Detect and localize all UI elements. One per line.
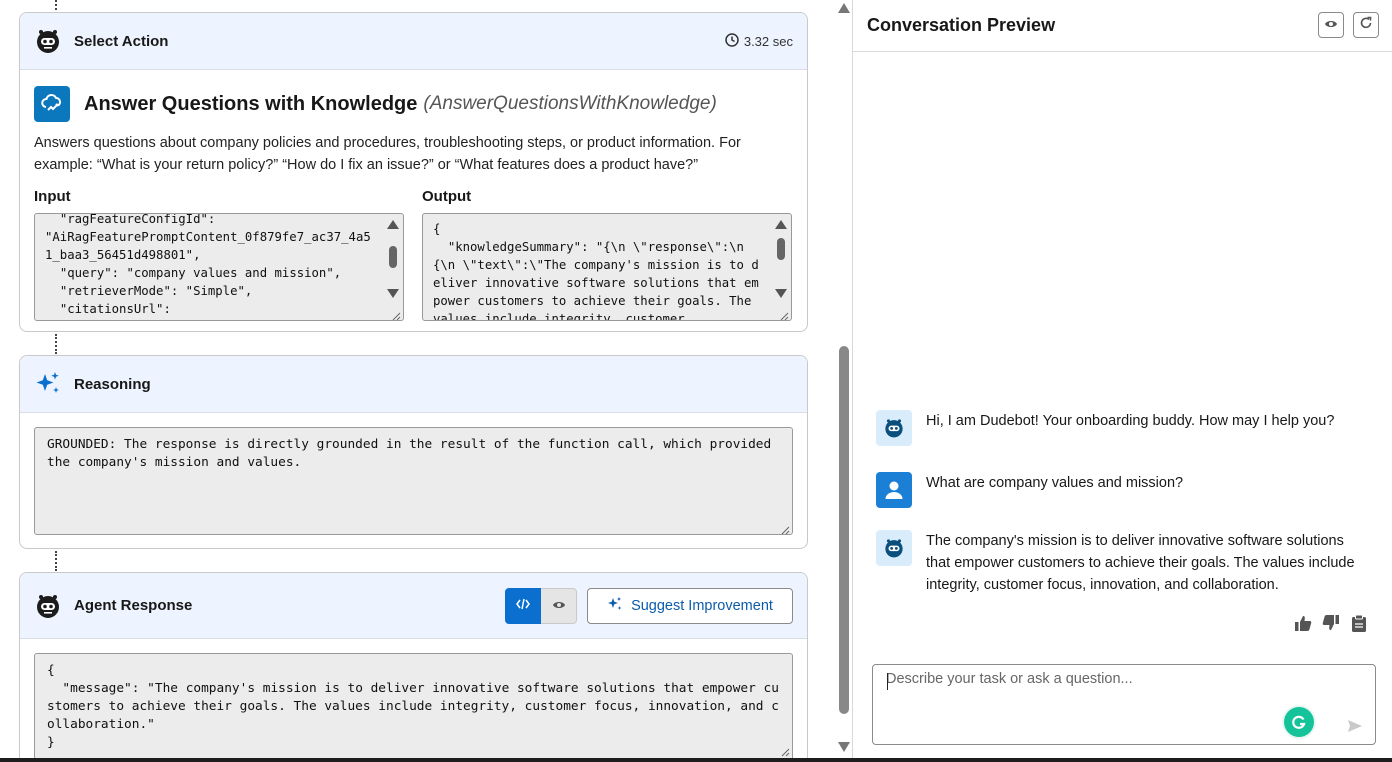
thumbs-down-icon[interactable] xyxy=(1322,614,1340,632)
output-label: Output xyxy=(422,188,472,205)
reasoning-box[interactable]: GROUNDED: The response is directly groun… xyxy=(34,427,793,535)
main-scrollbar[interactable] xyxy=(836,0,852,762)
bot-avatar-icon xyxy=(876,530,912,566)
scroll-up-arrow-icon[interactable] xyxy=(838,3,850,13)
card-header: Reasoning xyxy=(20,356,807,413)
bot-avatar-icon xyxy=(876,410,912,446)
chat-message-user: What are company values and mission? xyxy=(876,472,1366,508)
output-code: { "knowledgeSummary": "{\n \"response\":… xyxy=(433,222,759,321)
reasoning-text: GROUNDED: The response is directly groun… xyxy=(47,437,779,470)
sparkle-icon xyxy=(607,596,623,616)
card-title: Agent Response xyxy=(74,597,193,614)
io-row: Input "ragFeatureConfigId": "AiRagFeatur… xyxy=(20,176,807,321)
code-icon xyxy=(516,597,530,615)
resize-handle-icon[interactable] xyxy=(779,308,789,320)
knowledge-icon xyxy=(34,86,70,122)
action-title-row: Answer Questions with Knowledge (AnswerQ… xyxy=(20,70,807,122)
eye-icon xyxy=(552,597,566,615)
resize-handle-icon[interactable] xyxy=(780,744,790,757)
input-label: Input xyxy=(34,188,71,205)
input-code-box[interactable]: "ragFeatureConfigId": "AiRagFeaturePromp… xyxy=(34,213,404,321)
view-toggle xyxy=(505,588,577,624)
output-code-box[interactable]: { "knowledgeSummary": "{\n \"response\":… xyxy=(422,213,792,321)
resize-handle-icon[interactable] xyxy=(780,522,790,535)
scroll-down-arrow-icon[interactable] xyxy=(838,742,850,752)
reasoning-card: Reasoning GROUNDED: The response is dire… xyxy=(19,355,808,549)
suggest-improvement-button[interactable]: Suggest Improvement xyxy=(587,588,793,624)
trace-pane[interactable]: Select Action 3.32 sec Answer Questions … xyxy=(0,0,836,762)
taskbar-edge xyxy=(0,758,1392,762)
agent-response-text: { "message": "The company's mission is t… xyxy=(47,663,779,750)
action-description: Answers questions about company policies… xyxy=(34,135,741,173)
suggest-improvement-label: Suggest Improvement xyxy=(631,598,773,614)
action-name: Answer Questions with Knowledge xyxy=(84,92,418,115)
card-header: Agent Response Suggest Improvement xyxy=(20,573,807,639)
view-button[interactable] xyxy=(1318,12,1344,38)
sparkle-icon xyxy=(34,370,62,398)
input-section: Input "ragFeatureConfigId": "AiRagFeatur… xyxy=(34,188,404,321)
resize-handle-icon[interactable] xyxy=(391,308,401,320)
agent-response-card: Agent Response Suggest Improvement { "me… xyxy=(19,572,808,762)
input-code: "ragFeatureConfigId": "AiRagFeaturePromp… xyxy=(45,213,371,316)
refresh-button[interactable] xyxy=(1353,12,1379,38)
step-connector xyxy=(55,0,57,10)
preview-title: Conversation Preview xyxy=(867,15,1056,35)
chat-message-bot: Hi, I am Dudebot! Your onboarding buddy.… xyxy=(876,410,1366,446)
message-text: Hi, I am Dudebot! Your onboarding buddy.… xyxy=(926,413,1335,429)
preview-header: Conversation Preview xyxy=(853,0,1392,52)
thumbs-up-icon[interactable] xyxy=(1294,614,1312,632)
bot-icon xyxy=(34,592,62,620)
card-title: Reasoning xyxy=(74,375,151,393)
send-icon[interactable] xyxy=(1347,718,1363,734)
message-text: The company's mission is to deliver inno… xyxy=(926,533,1355,593)
output-section: Output { "knowledgeSummary": "{\n \"resp… xyxy=(422,188,792,321)
action-api-name: (AnswerQuestionsWithKnowledge) xyxy=(423,93,717,114)
input-scrollbar[interactable] xyxy=(386,216,400,306)
clipboard-icon[interactable] xyxy=(1350,614,1368,632)
card-header: Select Action 3.32 sec xyxy=(20,13,807,70)
conversation-preview-pane: Conversation Preview Hi, I am Dudebot! Y… xyxy=(853,0,1392,762)
step-connector xyxy=(55,551,57,571)
feedback-actions xyxy=(1294,614,1368,632)
output-scrollbar[interactable] xyxy=(774,216,788,306)
text-caret xyxy=(887,673,888,690)
duration: 3.32 sec xyxy=(725,33,793,50)
duration-text: 3.32 sec xyxy=(743,34,793,49)
select-action-card: Select Action 3.32 sec Answer Questions … xyxy=(19,12,808,332)
clock-icon xyxy=(725,33,739,50)
step-connector xyxy=(55,334,57,354)
eye-icon xyxy=(1324,16,1338,34)
chat-input-container xyxy=(872,664,1376,745)
user-avatar-icon xyxy=(876,472,912,508)
app-root: Select Action 3.32 sec Answer Questions … xyxy=(0,0,1392,762)
preview-view-button[interactable] xyxy=(541,588,577,624)
scroll-thumb[interactable] xyxy=(839,346,849,714)
bot-icon xyxy=(34,27,62,55)
agent-response-box[interactable]: { "message": "The company's mission is t… xyxy=(34,653,793,762)
chat-message-bot: The company's mission is to deliver inno… xyxy=(876,530,1366,596)
message-text: What are company values and mission? xyxy=(926,475,1184,491)
code-view-button[interactable] xyxy=(505,588,541,624)
refresh-icon xyxy=(1359,16,1373,35)
grammarly-icon[interactable] xyxy=(1284,707,1314,737)
card-title: Select Action xyxy=(74,32,169,50)
